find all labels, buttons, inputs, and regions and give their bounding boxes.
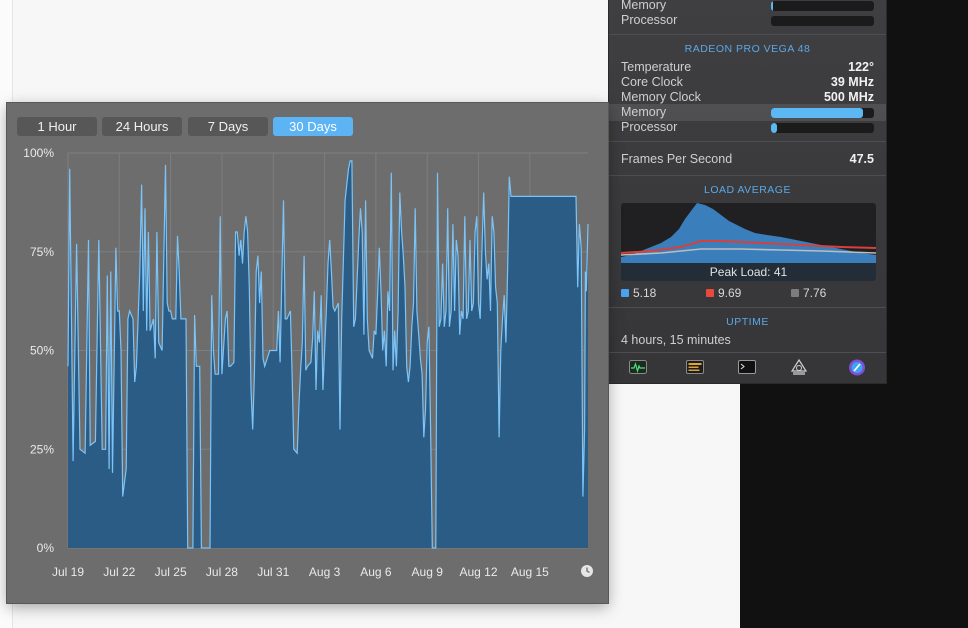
gpu-memory-label: Memory [621, 105, 667, 119]
divider [609, 141, 886, 142]
gpu-section-title: RADEON PRO VEGA 48 [684, 43, 811, 55]
gpu-temperature-label: Temperature [621, 60, 692, 74]
legend-value: 7.76 [803, 286, 827, 300]
x-tick-label: Jul 31 [257, 565, 289, 579]
gpu-temperature-value: 122° [848, 60, 874, 74]
fps-label: Frames Per Second [621, 152, 733, 166]
activity-monitor-icon[interactable] [629, 359, 647, 376]
legend-value: 5.18 [633, 286, 657, 300]
peak-load-label: Peak Load: 41 [709, 265, 788, 279]
cpu-processor-bar [771, 16, 874, 26]
legend-value: 9.69 [718, 286, 742, 300]
usage-history-chart: 100% 75% 50% 25% 0% Jul 19 Jul 22 Jul 25 Jul 28… [23, 146, 593, 579]
load-legend-5min: 9.69 [706, 286, 741, 300]
x-tick-label: Jul 19 [52, 565, 84, 579]
y-tick-label: 75% [30, 245, 54, 259]
console-icon[interactable] [686, 359, 704, 376]
divider [609, 175, 886, 176]
legend-swatch [791, 289, 799, 297]
disk-utility-icon[interactable] [790, 358, 808, 376]
cpu-processor-row: Processor [621, 13, 874, 28]
gpu-memory-clock-row: Memory Clock 500 MHz [621, 90, 874, 105]
x-tick-label: Jul 25 [155, 565, 187, 579]
legend-swatch [621, 289, 629, 297]
gpu-processor-label: Processor [621, 120, 678, 134]
cpu-memory-row: Memory [621, 0, 874, 13]
divider [609, 307, 886, 308]
terminal-icon[interactable] [738, 359, 756, 376]
gpu-core-clock-label: Core Clock [621, 75, 683, 89]
fps-value: 47.5 [849, 152, 874, 166]
cpu-memory-label: Memory [621, 0, 667, 12]
gpu-memory-bar [771, 108, 874, 118]
uptime-title: UPTIME [726, 316, 769, 328]
y-tick-label: 50% [30, 344, 54, 358]
menu-toolbar [609, 352, 886, 383]
load-legend-15min: 7.76 [791, 286, 826, 300]
y-tick-label: 25% [30, 442, 54, 456]
gpu-memory-clock-value: 500 MHz [823, 90, 874, 104]
divider [609, 34, 886, 35]
uptime-value: 4 hours, 15 minutes [621, 333, 731, 347]
clock-icon[interactable] [581, 565, 593, 577]
y-tick-label: 100% [23, 146, 54, 160]
load-average-title: LOAD AVERAGE [704, 184, 791, 196]
system-preferences-icon[interactable] [848, 359, 866, 376]
gpu-core-clock-value: 39 MHz [830, 75, 874, 89]
stats-menu-panel: Memory Processor RADEON PRO VEGA 48 Temp… [608, 0, 887, 384]
x-tick-label: Jul 22 [103, 565, 135, 579]
x-tick-label: Jul 28 [206, 565, 238, 579]
gpu-temperature-row: Temperature 122° [621, 60, 874, 75]
gpu-processor-bar [771, 123, 874, 133]
gpu-processor-row[interactable]: Processor [621, 120, 874, 135]
load-average-graph: Peak Load: 41 [621, 203, 876, 281]
legend-swatch [706, 289, 714, 297]
x-tick-label: Aug 6 [360, 565, 392, 579]
x-tick-label: Aug 3 [309, 565, 341, 579]
x-tick-label: Aug 15 [511, 565, 549, 579]
x-tick-label: Aug 9 [412, 565, 444, 579]
y-tick-label: 0% [37, 541, 55, 555]
usage-area [68, 160, 588, 548]
gpu-memory-row[interactable]: Memory [621, 105, 874, 120]
gpu-core-clock-row: Core Clock 39 MHz [621, 75, 874, 90]
x-tick-label: Aug 12 [460, 565, 498, 579]
fps-row: Frames Per Second 47.5 [621, 152, 874, 167]
history-chart-window: 1 Hour 24 Hours 7 Days 30 Days 100% 75% 50… [7, 103, 608, 603]
cpu-processor-label: Processor [621, 13, 678, 27]
uptime-row: 4 hours, 15 minutes [621, 333, 874, 348]
load-legend-1min: 5.18 [621, 286, 656, 300]
cpu-memory-bar [771, 1, 874, 11]
gpu-memory-clock-label: Memory Clock [621, 90, 701, 104]
